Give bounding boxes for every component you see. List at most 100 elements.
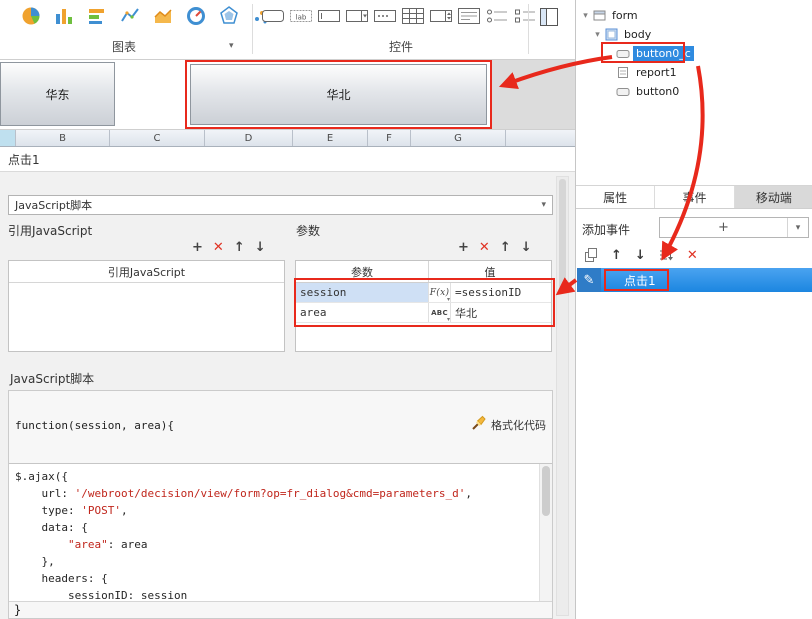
params-table[interactable]: 参数 值 session F(x) ▾ =sessionID area ABC ▾ 华北: [295, 260, 552, 352]
reference-move-up-button[interactable]: ↑: [234, 240, 245, 256]
event-name: 点击1: [624, 273, 656, 288]
grid-widget-icon[interactable]: [400, 4, 426, 28]
textbox-widget-icon[interactable]: [316, 4, 342, 28]
gauge-chart-icon[interactable]: [183, 4, 209, 28]
move-event-up-button[interactable]: ↑: [611, 248, 622, 263]
label-widget-icon[interactable]: lab: [288, 4, 314, 28]
function-signature: function(session, area){: [15, 419, 174, 432]
column-header-F[interactable]: F: [368, 130, 411, 146]
delete-reference-button[interactable]: ✕: [213, 240, 224, 256]
control-icon-group: lab: [260, 4, 538, 28]
param-column-header: 参数: [296, 261, 429, 282]
copy-event-button[interactable]: [584, 248, 598, 262]
param-row-session[interactable]: session F(x) ▾ =sessionID: [296, 283, 551, 303]
function-closing-brace: }: [14, 603, 22, 617]
param-value-cell[interactable]: =sessionID: [451, 283, 551, 302]
tree-item-form[interactable]: ▾ form: [576, 6, 812, 25]
checklist-widget-icon[interactable]: [512, 4, 538, 28]
format-code-button[interactable]: 格式化代码: [471, 415, 546, 434]
tree-expander-icon[interactable]: ▾: [580, 11, 591, 21]
add-param-button[interactable]: +: [458, 240, 469, 256]
tree-item-button0[interactable]: button0: [576, 82, 812, 101]
toolbar-separator: [528, 4, 529, 54]
reference-table[interactable]: 引用JavaScript: [8, 260, 285, 352]
param-move-up-button[interactable]: ↑: [500, 240, 511, 256]
delete-event-button[interactable]: ✕: [687, 248, 698, 263]
format-code-icon: [471, 415, 487, 434]
svg-text:lab: lab: [296, 14, 307, 22]
tree-item-button0_c[interactable]: button0_c: [576, 44, 812, 63]
tree-item-label: form: [612, 9, 638, 22]
tree-expander-icon[interactable]: ▾: [592, 30, 603, 40]
tab-属性[interactable]: 属性: [576, 186, 656, 208]
area-chart-icon[interactable]: [150, 4, 176, 28]
column-header-C[interactable]: C: [110, 130, 205, 146]
body-icon: [603, 28, 619, 41]
column-chart-icon[interactable]: [51, 4, 77, 28]
param-type-icon[interactable]: ABC ▾: [429, 303, 451, 323]
tab-移动端[interactable]: 移动端: [734, 186, 812, 208]
tree-item-body[interactable]: ▾ body: [576, 25, 812, 44]
chart-icon-group: [18, 4, 275, 28]
format-code-label: 格式化代码: [491, 418, 546, 432]
radiolist-widget-icon[interactable]: [484, 4, 510, 28]
report-node-icon: [615, 66, 631, 79]
reference-toolbar: + ✕ ↑ ↓: [192, 240, 266, 256]
script-editor: function(session, area){ 格式化代码 $.ajax({ …: [8, 390, 553, 619]
line-chart-icon[interactable]: [117, 4, 143, 28]
event-dialog-title: 点击1: [0, 147, 575, 172]
param-value-cell[interactable]: 华北: [451, 303, 551, 322]
dialog-scrollbar[interactable]: [556, 176, 569, 616]
bar-chart-icon[interactable]: [84, 4, 110, 28]
form-canvas: 华东 华北: [0, 60, 575, 130]
code-editor[interactable]: $.ajax({ url: '/webroot/decision/view/fo…: [9, 463, 552, 602]
password-widget-icon[interactable]: [372, 4, 398, 28]
button-widget-icon[interactable]: [260, 4, 286, 28]
scrollbar-thumb[interactable]: [542, 466, 550, 516]
tab-事件[interactable]: 事件: [655, 186, 735, 208]
param-row-area[interactable]: area ABC ▾ 华北: [296, 303, 551, 323]
spinner-widget-icon[interactable]: [428, 4, 454, 28]
layout-block-icon[interactable]: [536, 5, 562, 29]
event-list-item[interactable]: ✎ 点击1: [577, 268, 812, 292]
control-group-label: 控件: [389, 40, 414, 54]
column-header-G[interactable]: G: [411, 130, 506, 146]
event-type-select[interactable]: JavaScript脚本 ▾: [8, 195, 553, 215]
add-event-label: 添加事件: [582, 223, 631, 237]
multiline-widget-icon[interactable]: [456, 4, 482, 28]
param-name-cell[interactable]: area: [296, 303, 429, 322]
canvas-outside-area: [492, 60, 575, 129]
move-event-down-button[interactable]: ↓: [635, 248, 646, 263]
chart-group-expander-icon[interactable]: ▾: [229, 41, 234, 51]
add-reference-button[interactable]: +: [192, 240, 203, 256]
right-panel: ▾ form ▾ body button0_c report1 button0 属性 事件 移动…: [575, 0, 812, 619]
chart-group-label: 图表: [112, 40, 137, 54]
reorder-events-button[interactable]: [659, 248, 674, 262]
form-button-huabei[interactable]: 华北: [190, 64, 487, 125]
radar-chart-icon[interactable]: [216, 4, 242, 28]
form-button-huadong[interactable]: 华东: [0, 62, 115, 126]
tree-item-label: button0: [636, 85, 680, 98]
reference-section-label: 引用JavaScript: [8, 224, 93, 238]
param-type-icon[interactable]: F(x) ▾: [429, 283, 451, 303]
column-header-D[interactable]: D: [205, 130, 293, 146]
column-header-E[interactable]: E: [293, 130, 368, 146]
param-name-cell[interactable]: session: [296, 283, 429, 302]
chevron-down-icon: ▾: [795, 222, 801, 233]
code-scrollbar[interactable]: [539, 464, 552, 601]
param-move-down-button[interactable]: ↓: [521, 240, 532, 256]
edit-event-button[interactable]: ✎: [577, 268, 601, 292]
reference-move-down-button[interactable]: ↓: [255, 240, 266, 256]
pie-chart-icon[interactable]: [18, 4, 44, 28]
add-event-button[interactable]: + ▾: [659, 217, 809, 238]
column-header-B[interactable]: B: [16, 130, 110, 146]
params-section-label: 参数: [296, 224, 321, 238]
combobox-widget-icon[interactable]: [344, 4, 370, 28]
tree-item-report1[interactable]: report1: [576, 63, 812, 82]
delete-param-button[interactable]: ✕: [479, 240, 490, 256]
panel-tabs: 属性 事件 移动端: [576, 185, 812, 209]
event-type-value: JavaScript脚本: [15, 199, 93, 212]
row-header-corner[interactable]: [0, 130, 16, 146]
scrollbar-thumb[interactable]: [559, 179, 566, 289]
pencil-icon: ✎: [583, 272, 595, 288]
